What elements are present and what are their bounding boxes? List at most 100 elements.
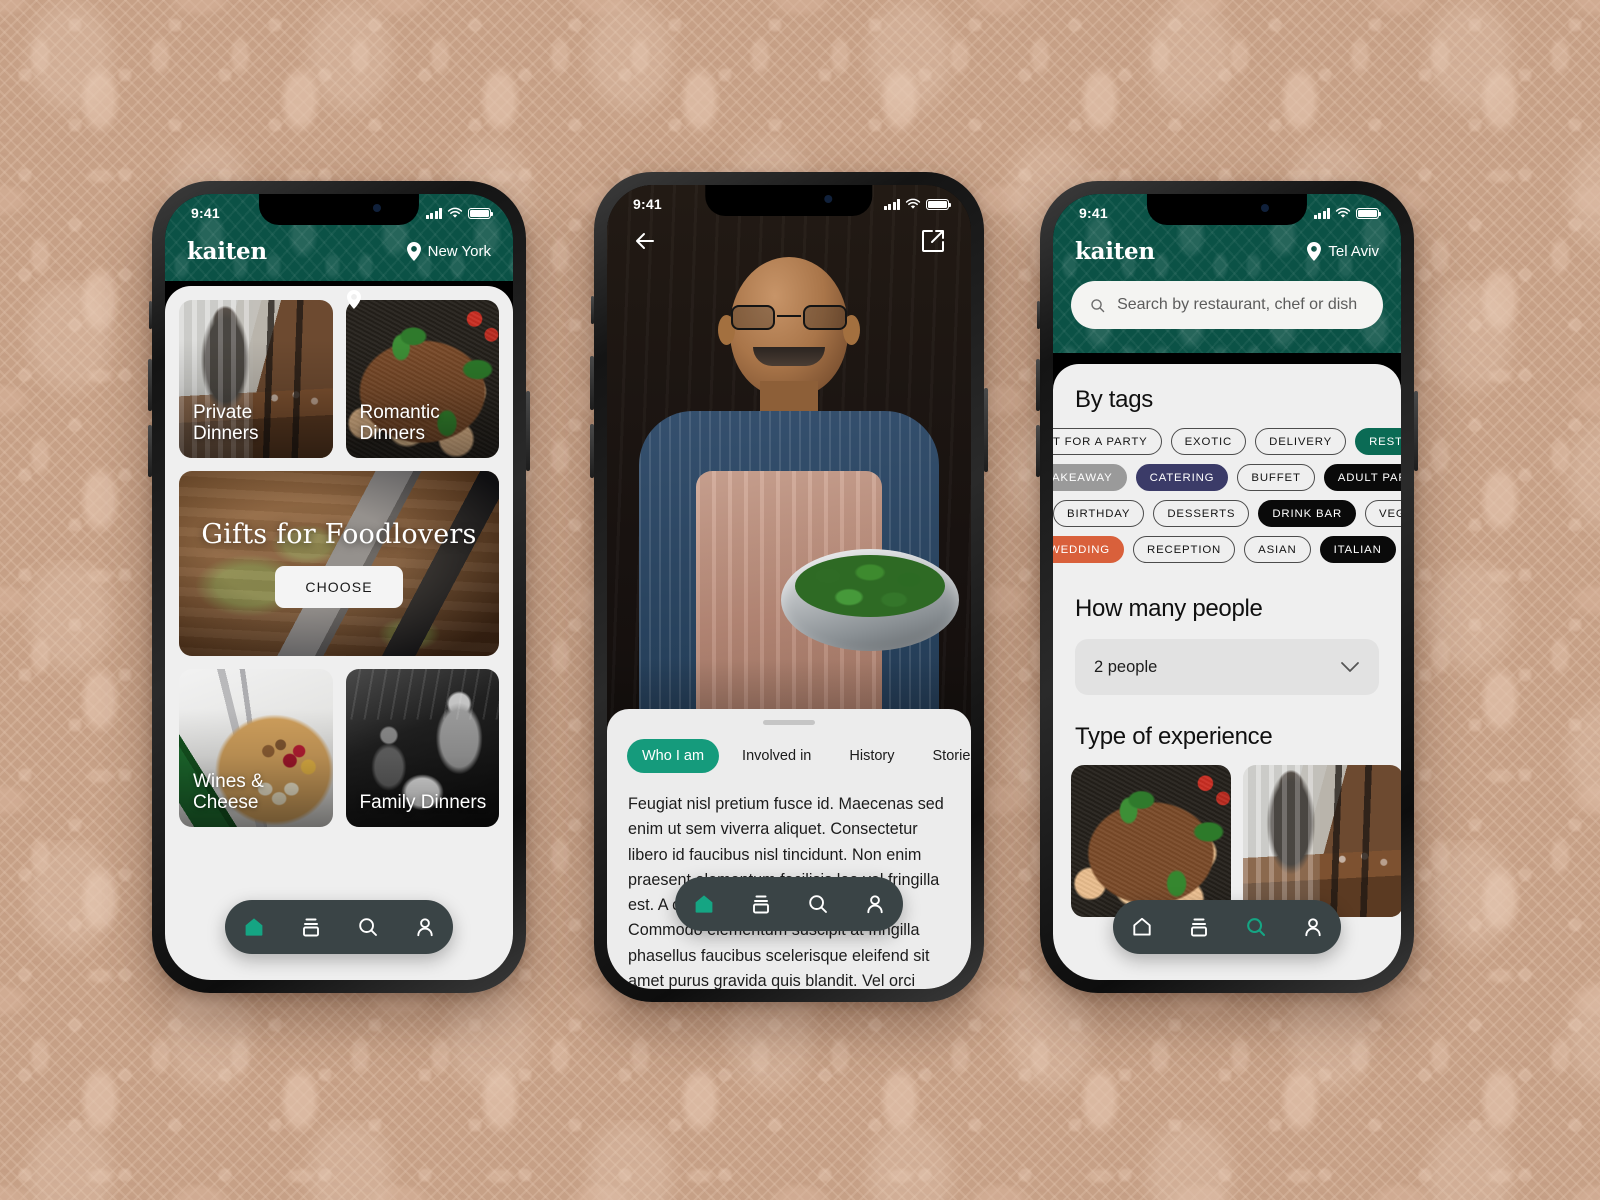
- location-label: Tel Aviv: [1328, 243, 1379, 260]
- tag-chip-selected[interactable]: DRINK BAR: [1258, 500, 1357, 527]
- volume-up-button[interactable]: [590, 356, 594, 410]
- nav-search-button[interactable]: [355, 914, 381, 940]
- nav-home-button[interactable]: [241, 914, 267, 940]
- search-bar[interactable]: [1071, 281, 1383, 329]
- status-time: 9:41: [191, 205, 220, 221]
- app-logo[interactable]: kaiten: [1075, 238, 1155, 265]
- experience-tile-private-dinners[interactable]: Private Dinners: [1243, 765, 1401, 917]
- tag-chip[interactable]: BIRTHDAY: [1053, 500, 1145, 527]
- category-tile-private-dinners[interactable]: Private Dinners: [179, 300, 333, 458]
- volume-up-button[interactable]: [1036, 359, 1040, 411]
- nav-search-button[interactable]: [805, 891, 831, 917]
- detail-nav-row: [607, 227, 971, 255]
- tag-chip[interactable]: BUFFET: [1237, 464, 1315, 491]
- tag-chip-selected[interactable]: WEDDING: [1053, 536, 1125, 563]
- nav-search-button[interactable]: [1243, 914, 1269, 940]
- tag-chip[interactable]: DESSERTS: [1153, 500, 1250, 527]
- category-tile-label: Wines & Cheese: [193, 771, 264, 814]
- tag-row-4: WEDDING RECEPTION ASIAN ITALIAN ROMANTIC: [1053, 536, 1401, 563]
- app-logo[interactable]: kaiten: [187, 238, 267, 265]
- gifts-banner[interactable]: Gifts for Foodlovers CHOOSE: [179, 471, 499, 656]
- search-input[interactable]: [1117, 296, 1365, 314]
- category-tile-label: Family Dinners: [359, 792, 487, 814]
- mute-switch[interactable]: [591, 296, 594, 324]
- home-icon: [695, 895, 712, 913]
- tag-chip-selected[interactable]: ADULT PARTY: [1323, 464, 1401, 491]
- mute-switch[interactable]: [149, 301, 152, 329]
- status-time: 9:41: [633, 196, 662, 212]
- chevron-down-icon: [1341, 662, 1359, 672]
- wifi-icon: [1335, 207, 1351, 218]
- tag-chip-selected[interactable]: ITALIAN: [1319, 536, 1396, 563]
- cellular-signal-icon: [883, 199, 900, 210]
- category-tile-family-dinners[interactable]: Family Dinners: [345, 669, 499, 827]
- nav-feed-button[interactable]: [1186, 914, 1212, 940]
- sheet-grabber[interactable]: [763, 720, 815, 725]
- phone-mockup-chef-profile: 9:41 Raz Rahanov A CHEF AND: [590, 172, 988, 1002]
- search-icon: [808, 895, 827, 913]
- battery-icon: [926, 198, 952, 210]
- tab-history[interactable]: History: [834, 739, 909, 773]
- notch: [1146, 194, 1308, 225]
- by-tags-title: By tags: [1075, 386, 1153, 413]
- tag-row-3: BIRTHDAY DESSERTS DRINK BAR VEGETARIAN S…: [1053, 500, 1401, 527]
- location-pin-icon: [1307, 242, 1322, 261]
- people-count-select[interactable]: 2 people: [1075, 639, 1379, 695]
- cellular-signal-icon: [425, 208, 442, 219]
- category-tile-romantic-dinners[interactable]: Romantic Dinners: [345, 300, 499, 458]
- phone-mockup-home: 9:41 kaiten New York Private Dinners Rom…: [148, 181, 530, 993]
- front-camera: [824, 195, 833, 203]
- tag-chip[interactable]: EXOTIC: [1170, 428, 1247, 455]
- mute-switch[interactable]: [1037, 301, 1040, 329]
- tag-chip[interactable]: ASIAN: [1244, 536, 1311, 563]
- tag-chip[interactable]: T FOR A PARTY: [1053, 428, 1162, 455]
- experience-carousel[interactable]: Romantic Dinners Private Dinners: [1053, 765, 1401, 917]
- location-label: New York: [427, 243, 491, 260]
- tag-chip[interactable]: DELIVERY: [1255, 428, 1347, 455]
- location-selector[interactable]: New York: [406, 242, 491, 261]
- volume-down-button[interactable]: [1036, 425, 1040, 477]
- location-selector[interactable]: Tel Aviv: [1307, 242, 1379, 261]
- back-arrow-icon[interactable]: [631, 227, 659, 255]
- nav-home-button[interactable]: [691, 891, 717, 917]
- wifi-icon: [447, 207, 463, 218]
- tab-stories[interactable]: Stories: [918, 739, 972, 773]
- profile-icon: [866, 895, 883, 914]
- nav-profile-button[interactable]: [862, 891, 888, 917]
- phone-mockup-search-filters: 9:41 kaiten Tel Aviv Search by restauran…: [1036, 181, 1418, 993]
- nav-feed-button[interactable]: [748, 891, 774, 917]
- power-button[interactable]: [984, 388, 988, 472]
- volume-down-button[interactable]: [590, 424, 594, 478]
- nav-profile-button[interactable]: [412, 914, 438, 940]
- battery-icon: [1356, 207, 1382, 219]
- category-tile-label: Romantic Dinners: [359, 402, 440, 445]
- bottom-navigation: [225, 900, 453, 954]
- share-icon[interactable]: [919, 227, 947, 255]
- tag-chip[interactable]: RECEPTION: [1133, 536, 1236, 563]
- search-icon: [358, 918, 377, 936]
- tag-chip-selected[interactable]: CATERING: [1135, 464, 1229, 491]
- nav-feed-button[interactable]: [298, 914, 324, 940]
- tag-row-1: T FOR A PARTY EXOTIC DELIVERY RESTAURANT…: [1053, 428, 1401, 455]
- front-camera: [1260, 204, 1269, 212]
- tag-chip-selected[interactable]: TAKEAWAY: [1053, 464, 1127, 491]
- how-many-people-title: How many people: [1075, 595, 1263, 622]
- volume-up-button[interactable]: [148, 359, 152, 411]
- tab-who-i-am[interactable]: Who I am: [627, 739, 720, 773]
- tag-chip[interactable]: VEGETARIAN: [1365, 500, 1401, 527]
- power-button[interactable]: [526, 391, 530, 471]
- choose-button[interactable]: CHOOSE: [275, 566, 403, 608]
- volume-down-button[interactable]: [148, 425, 152, 477]
- category-tile-wines-cheese[interactable]: Wines & Cheese: [179, 669, 333, 827]
- filters-sheet: By tags T FOR A PARTY EXOTIC DELIVERY RE…: [1053, 364, 1401, 980]
- map-pin-badge-icon[interactable]: [347, 290, 361, 309]
- nav-profile-button[interactable]: [1300, 914, 1326, 940]
- nav-home-button[interactable]: [1129, 914, 1155, 940]
- power-button[interactable]: [1414, 391, 1418, 471]
- tab-involved-in[interactable]: Involved in: [727, 739, 826, 773]
- tag-chip-selected[interactable]: RESTAURANT: [1355, 428, 1401, 455]
- location-pin-icon: [406, 242, 421, 261]
- feed-icon: [1190, 918, 1207, 937]
- experience-tile-romantic-dinners[interactable]: Romantic Dinners: [1071, 765, 1231, 917]
- category-row-1: Private Dinners Romantic Dinners: [179, 290, 499, 458]
